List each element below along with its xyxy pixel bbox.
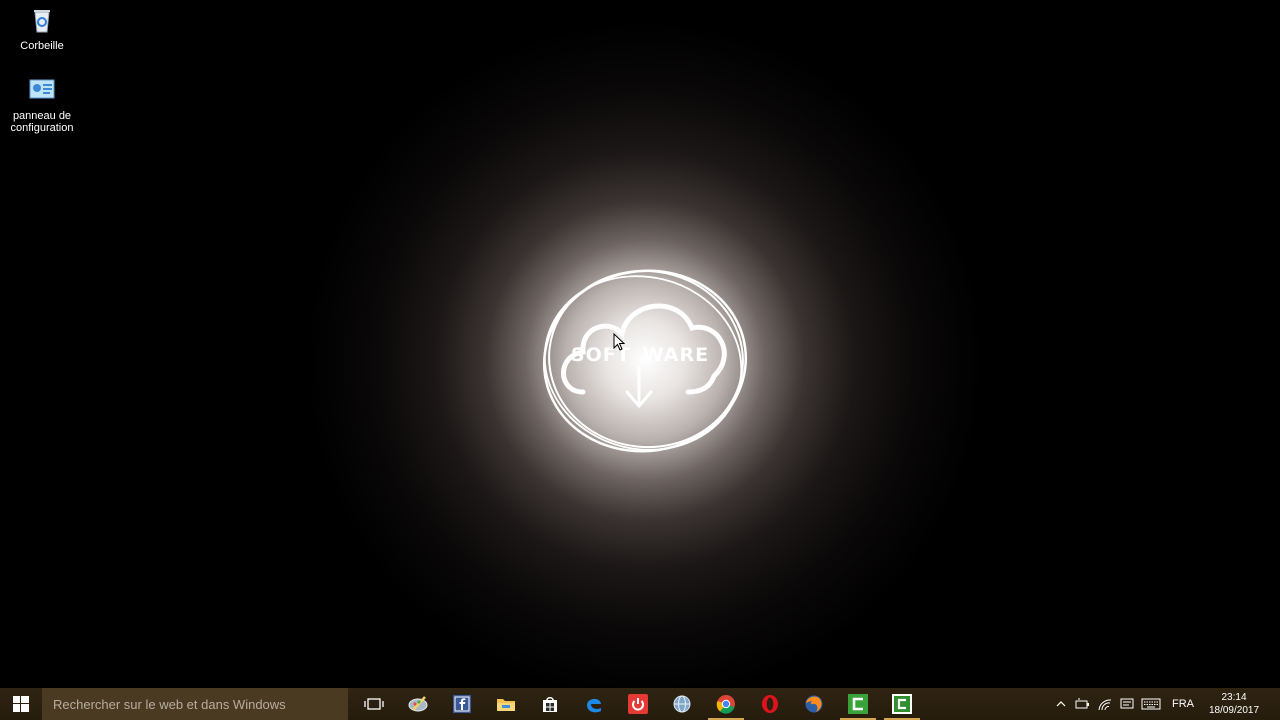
task-view-icon: [364, 698, 384, 710]
wifi-icon: [1098, 699, 1112, 711]
search-input[interactable]: Rechercher sur le web et dans Windows: [42, 688, 348, 720]
taskbar-camtasia-recorder-button[interactable]: [880, 688, 924, 720]
power-icon: [628, 694, 648, 714]
globe-icon: [673, 695, 691, 713]
store-icon: [543, 697, 557, 712]
desktop-icon-recycle-bin[interactable]: Corbeille: [2, 4, 82, 52]
battery-icon: [1075, 698, 1089, 709]
clock-date: 18/09/2017: [1208, 705, 1260, 716]
tray-chevron-button[interactable]: [1050, 688, 1072, 720]
control-panel-icon: [29, 79, 55, 99]
show-desktop-button[interactable]: [1266, 688, 1280, 720]
taskbar: Rechercher sur le web et dans Windows FR…: [0, 688, 1280, 720]
firefox-icon: [805, 695, 823, 713]
tray-battery-button[interactable]: [1072, 688, 1094, 720]
control-panel-label: panneau de configuration: [10, 110, 74, 134]
keyboard-icon: [1141, 698, 1161, 710]
notification-icon: [1120, 698, 1134, 709]
language-indicator[interactable]: FRA: [1164, 698, 1202, 710]
paint-icon: [408, 696, 428, 712]
taskbar-file-explorer-button[interactable]: [484, 688, 528, 720]
recycle-bin-label: Corbeille: [20, 40, 64, 52]
clock[interactable]: 23:14 18/09/2017: [1202, 691, 1266, 717]
windows-logo-icon: [13, 696, 29, 712]
tray-keyboard-button[interactable]: [1138, 688, 1164, 720]
taskbar-store-button[interactable]: [528, 688, 572, 720]
task-view-button[interactable]: [352, 688, 396, 720]
tray-network-button[interactable]: [1094, 688, 1116, 720]
clock-time: 23:14: [1221, 692, 1247, 703]
taskbar-paint-button[interactable]: [396, 688, 440, 720]
tray-action-center-button[interactable]: [1116, 688, 1138, 720]
taskbar-chrome-button[interactable]: [704, 688, 748, 720]
mouse-cursor-icon: [613, 333, 625, 351]
taskbar-edge-button[interactable]: [572, 688, 616, 720]
taskbar-camtasia-button[interactable]: [836, 688, 880, 720]
start-button[interactable]: [0, 688, 42, 720]
taskbar-power-app-button[interactable]: [616, 688, 660, 720]
desktop-icon-control-panel[interactable]: panneau de configuration: [2, 74, 82, 134]
camtasia-icon: [848, 694, 868, 714]
facebook-icon: [453, 695, 471, 713]
edge-icon: [587, 698, 601, 713]
taskbar-globe-app-button[interactable]: [660, 688, 704, 720]
taskbar-facebook-button[interactable]: [440, 688, 484, 720]
taskbar-opera-button[interactable]: [748, 688, 792, 720]
chevron-up-icon: [1056, 701, 1066, 707]
taskbar-firefox-button[interactable]: [792, 688, 836, 720]
search-placeholder: Rechercher sur le web et dans Windows: [53, 696, 286, 712]
system-tray: FRA 23:14 18/09/2017: [1050, 688, 1280, 720]
recycle-bin-icon: [34, 10, 50, 33]
desktop[interactable]: Corbeille panneau de configuration SOFT W…: [0, 0, 1280, 688]
software-logo: [542, 269, 748, 453]
opera-icon: [762, 695, 778, 713]
folder-icon: [497, 699, 515, 711]
camtasia-recorder-icon: [892, 694, 912, 714]
chrome-icon: [716, 695, 735, 714]
